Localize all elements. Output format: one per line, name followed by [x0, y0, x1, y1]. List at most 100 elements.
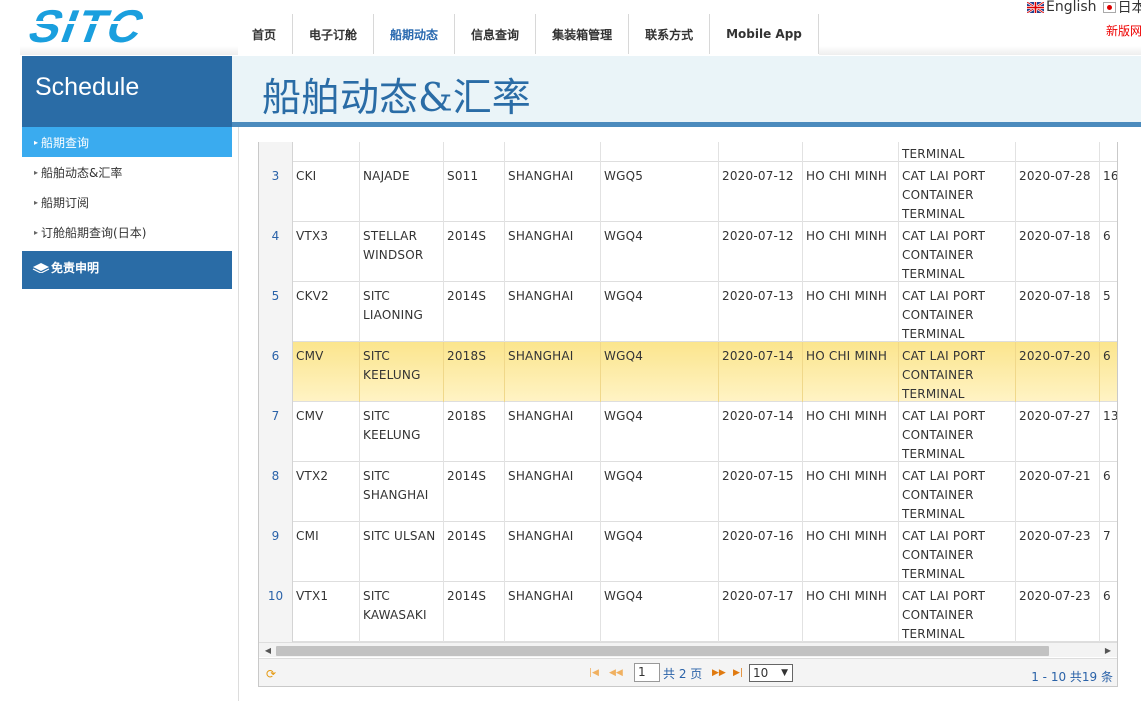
- table-row[interactable]: 10 VTX1 SITC KAWASAKI 2014S SHANGHAI WGQ4 2020…: [259, 582, 1117, 642]
- cell-etd: 2020-07-16: [719, 522, 803, 582]
- arrow-right-icon: ▸: [34, 167, 39, 177]
- table-row[interactable]: 6 CMV SITC KEELUNG 2018S SHANGHAI WGQ4 2020-07…: [259, 342, 1117, 402]
- table-row[interactable]: 3 CKI NAJADE S011 SHANGHAI WGQ5 2020-07-12 HO C…: [259, 162, 1117, 222]
- nav-container-mgmt[interactable]: 集装箱管理: [536, 14, 630, 54]
- cell-days: 5: [1100, 282, 1117, 342]
- table-row[interactable]: TERMINAL: [259, 142, 1117, 162]
- cell-days: 6: [1100, 582, 1117, 642]
- cell-etd: 2020-07-12: [719, 222, 803, 282]
- cell-pod-terminal: CAT LAI PORT CONTAINER TERMINAL: [899, 462, 1016, 522]
- cell-pol: SHANGHAI: [505, 462, 601, 522]
- cell-etd: [719, 142, 803, 162]
- cell-pol: SHANGHAI: [505, 582, 601, 642]
- schedule-title: Schedule: [35, 73, 140, 101]
- new-version-link[interactable]: 新版网: [1106, 22, 1141, 39]
- cell-terminal: WGQ5: [601, 162, 719, 222]
- cell-pol: SHANGHAI: [505, 162, 601, 222]
- lang-english-link[interactable]: English: [1046, 0, 1097, 15]
- cell-pod: HO CHI MINH: [803, 282, 899, 342]
- horizontal-scrollbar[interactable]: ◀ ▶: [259, 642, 1117, 657]
- cell-pod-terminal: CAT LAI PORT CONTAINER TERMINAL: [899, 282, 1016, 342]
- next-page-icon[interactable]: ▶▶: [712, 668, 726, 678]
- cell-terminal: WGQ4: [601, 222, 719, 282]
- cell-vessel: SITC KAWASAKI: [360, 582, 444, 642]
- lang-japanese-link[interactable]: 日本: [1118, 0, 1141, 17]
- scroll-right-icon[interactable]: ▶: [1101, 644, 1115, 657]
- cell-pod: HO CHI MINH: [803, 522, 899, 582]
- nav-ebooking[interactable]: 电子订舱: [293, 14, 375, 54]
- cell-vessel: SITC KEELUNG: [360, 402, 444, 462]
- cell-terminal: [601, 142, 719, 162]
- nav-contact[interactable]: 联系方式: [629, 14, 711, 54]
- cell-vessel: SITC ULSAN: [360, 522, 444, 582]
- cell-eta: 2020-07-20: [1016, 342, 1100, 402]
- nav-vessel-dynamics[interactable]: 船期动态: [374, 14, 456, 54]
- cell-eta: 2020-07-27: [1016, 402, 1100, 462]
- cell-eta: 2020-07-18: [1016, 282, 1100, 342]
- grid-pager: ⟳ |◀ ◀◀ 1 共 2 页 ▶▶ ▶| 10 ▼ 1 - 10 共19 条: [259, 658, 1117, 686]
- cell-pod: HO CHI MINH: [803, 582, 899, 642]
- table-row[interactable]: 8 VTX2 SITC SHANGHAI 2014S SHANGHAI WGQ4 2020-…: [259, 462, 1117, 522]
- arrow-right-icon: ▸: [34, 227, 39, 237]
- cell-terminal: WGQ4: [601, 342, 719, 402]
- cell-eta: 2020-07-28: [1016, 162, 1100, 222]
- first-page-icon[interactable]: |◀: [589, 668, 599, 678]
- row-number: 3: [259, 162, 293, 222]
- cell-terminal: WGQ4: [601, 282, 719, 342]
- refresh-icon[interactable]: ⟳: [266, 667, 276, 681]
- nav-home[interactable]: 首页: [238, 14, 294, 54]
- row-number: 5: [259, 282, 293, 342]
- row-number: 4: [259, 222, 293, 282]
- grid-rows: TERMINAL 3 CKI NAJADE S011 SHANGHAI WGQ5 2020-0…: [259, 142, 1117, 642]
- cell-vessel: SITC SHANGHAI: [360, 462, 444, 522]
- sidebar-item-vessel-dynamics[interactable]: ▸ 船舶动态&汇率: [22, 157, 232, 187]
- site-header: SITC 首页 电子订舱 船期动态 信息查询 集装箱管理 联系方式 Mobile…: [0, 0, 1141, 55]
- nav-info-query[interactable]: 信息查询: [455, 14, 537, 54]
- cell-voyage: [444, 142, 505, 162]
- sidebar-item-schedule-query[interactable]: ▸ 船期查询: [22, 127, 232, 157]
- cell-vessel: [360, 142, 444, 162]
- table-row[interactable]: 9 CMI SITC ULSAN 2014S SHANGHAI WGQ4 2020-07-1…: [259, 522, 1117, 582]
- cell-etd: 2020-07-15: [719, 462, 803, 522]
- cell-voyage: 2014S: [444, 282, 505, 342]
- table-row[interactable]: 7 CMV SITC KEELUNG 2018S SHANGHAI WGQ4 2020-07…: [259, 402, 1117, 462]
- cell-service: CMV: [293, 342, 360, 402]
- cell-days: [1100, 142, 1117, 162]
- disclaimer-button[interactable]: 免责申明: [22, 251, 232, 289]
- cell-voyage: 2014S: [444, 582, 505, 642]
- cell-days: 6: [1100, 342, 1117, 402]
- prev-page-icon[interactable]: ◀◀: [609, 668, 623, 678]
- sitc-logo[interactable]: SITC: [26, 2, 234, 46]
- cell-pod-terminal: CAT LAI PORT CONTAINER TERMINAL: [899, 162, 1016, 222]
- cell-service: VTX1: [293, 582, 360, 642]
- cell-service: VTX3: [293, 222, 360, 282]
- page-banner: 船舶动态&汇率: [232, 56, 1141, 122]
- row-number: 8: [259, 462, 293, 522]
- page-number-input[interactable]: 1: [634, 663, 660, 682]
- arrow-right-icon: ▸: [34, 137, 39, 147]
- uk-flag-icon: [1027, 1, 1044, 13]
- table-row[interactable]: 4 VTX3 STELLAR WINDSOR 2014S SHANGHAI WGQ4 202…: [259, 222, 1117, 282]
- cell-etd: 2020-07-14: [719, 402, 803, 462]
- cell-pod-terminal: TERMINAL: [899, 142, 1016, 162]
- cell-pol: SHANGHAI: [505, 402, 601, 462]
- cell-etd: 2020-07-14: [719, 342, 803, 402]
- page-size-select[interactable]: 10 ▼: [749, 664, 793, 682]
- scrollbar-thumb[interactable]: [276, 646, 1049, 656]
- cell-terminal: WGQ4: [601, 462, 719, 522]
- nav-mobile-app[interactable]: Mobile App: [710, 14, 819, 54]
- row-number: [259, 142, 293, 162]
- sidebar-item-booking-schedule-japan[interactable]: ▸ 订舱船期查询(日本): [22, 217, 232, 247]
- page-title: 船舶动态&汇率: [262, 76, 531, 121]
- cell-eta: 2020-07-23: [1016, 522, 1100, 582]
- last-page-icon[interactable]: ▶|: [733, 668, 743, 678]
- table-row[interactable]: 5 CKV2 SITC LIAONING 2014S SHANGHAI WGQ4 2020-…: [259, 282, 1117, 342]
- scroll-left-icon[interactable]: ◀: [261, 644, 275, 657]
- sidebar-item-schedule-subscribe[interactable]: ▸ 船期订阅: [22, 187, 232, 217]
- cell-pod: [803, 142, 899, 162]
- language-switcher: English 日本: [1027, 0, 1141, 17]
- cell-pod-terminal: CAT LAI PORT CONTAINER TERMINAL: [899, 222, 1016, 282]
- cell-vessel: SITC KEELUNG: [360, 342, 444, 402]
- cell-etd: 2020-07-17: [719, 582, 803, 642]
- cell-service: VTX2: [293, 462, 360, 522]
